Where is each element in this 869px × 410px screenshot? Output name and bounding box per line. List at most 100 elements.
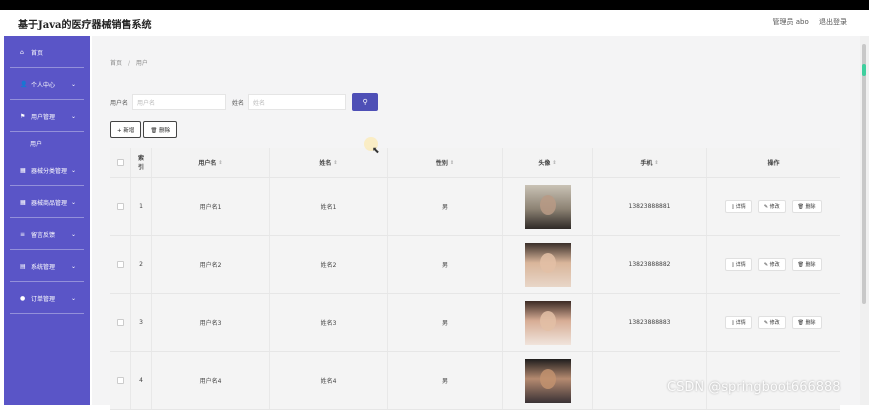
chevron-down-icon: ⌄ [70,80,76,88]
batch-delete-button[interactable]: 🗑 删除 [143,121,178,138]
row-username: 用户名3 [152,294,270,351]
main-content: 首页 / 用户 用户名 用户名 姓名 姓名 ⚲ + 新增 🗑 删除 索引 用户名… [92,36,860,410]
header-phone-label: 手机 [640,160,653,167]
header-sex[interactable]: 性别 ⇕ [388,148,503,177]
row-phone: 13823888883 [593,294,707,351]
row-phone: 13823888881 [593,178,707,235]
row-checkbox[interactable] [116,203,124,210]
username-label: 用户名 [110,99,129,107]
table-row: 2 用户名2 姓名2 男 13823888882 ▯ 详情 ✎ 修改 🗑 删除 [110,236,840,294]
row-ops: ▯ 详情 ✎ 修改 🗑 删除 [707,236,840,293]
sidebar-item-label: 个人中心 [31,81,56,89]
header-right: 管理员 abo 退出登录 [765,17,847,27]
breadcrumb-separator: / [127,60,130,67]
row-username: 用户名4 [152,352,270,409]
table-row: 1 用户名1 姓名1 男 13823888881 ▯ 详情 ✎ 修改 🗑 删除 [110,178,840,236]
search-button[interactable]: ⚲ [352,93,379,111]
header-username[interactable]: 用户名 ⇕ [152,148,270,177]
row-checkbox-cell [110,294,131,351]
detail-button[interactable]: ▯ 详情 [725,200,752,213]
breadcrumb-home[interactable]: 首页 [110,60,122,67]
edit-button[interactable]: ✎ 修改 [757,200,786,213]
row-checkbox-cell [110,178,131,235]
select-all-checkbox[interactable] [116,159,124,166]
name-label: 姓名 [232,99,245,107]
username-input[interactable]: 用户名 [132,94,227,110]
table-icon: ▤ [20,262,26,270]
avatar [524,358,571,403]
edit-button[interactable]: ✎ 修改 [757,258,786,271]
sidebar: ⌂ 首页 👤 个人中心 ⌄ ⚑ 用户管理 ⌄ 用户 ▦ 器械分类管理 ⌄ ▦ 器… [4,36,90,405]
mouse-cursor-icon: ⬉ [372,146,380,156]
row-index: 4 [131,352,152,409]
flag-icon: ⚑ [20,112,26,120]
list-icon: ≡ [20,230,26,238]
detail-button[interactable]: ▯ 详情 [725,316,752,329]
sidebar-subitem-user[interactable]: 用户 [4,132,90,154]
row-checkbox[interactable] [116,261,124,268]
sidebar-item-category-management[interactable]: ▦ 器械分类管理 ⌄ [4,154,90,186]
sidebar-item-label: 首页 [31,49,44,57]
header-index-char1: 索 [137,154,144,162]
row-checkbox[interactable] [116,377,124,384]
row-ops: ▯ 详情 ✎ 修改 🗑 删除 [707,294,840,351]
row-index: 2 [131,236,152,293]
row-checkbox-cell [110,236,131,293]
detail-button[interactable]: ▯ 详情 [725,258,752,271]
sort-icon: ⇕ [218,159,223,166]
table-row: 3 用户名3 姓名3 男 13823888883 ▯ 详情 ✎ 修改 🗑 删除 [110,294,840,352]
header-checkbox-cell [110,148,131,177]
chevron-down-icon: ⌄ [70,112,76,120]
header-avatar-label: 头像 [538,160,551,167]
top-black-strip [0,0,869,10]
logout-link[interactable]: 退出登录 [819,18,847,26]
row-name: 姓名2 [270,236,388,293]
table-header-row: 索引 用户名 ⇕ 姓名 ⇕ 性别 ⇕ 头像 ⇕ 手机 ⇕ 操作 [110,148,840,178]
sidebar-item-order-management[interactable]: ● 订单管理 ⌄ [4,282,90,314]
user-icon: 👤 [20,80,28,88]
header-phone[interactable]: 手机 ⇕ [593,148,707,177]
row-ops: ▯ 详情 ✎ 修改 🗑 删除 [707,178,840,235]
row-name: 姓名1 [270,178,388,235]
chevron-down-icon: ⌄ [70,230,76,238]
header-name-label: 姓名 [319,160,332,167]
sidebar-item-personal-center[interactable]: 👤 个人中心 ⌄ [4,68,90,100]
sidebar-item-product-management[interactable]: ▦ 器械商品管理 ⌄ [4,186,90,218]
row-checkbox[interactable] [116,319,124,326]
scrollbar-thumb[interactable] [862,44,866,304]
header-username-label: 用户名 [198,160,217,167]
admin-label: 管理员 abo [772,18,809,26]
row-index: 1 [131,178,152,235]
row-avatar-cell [503,236,593,293]
sidebar-item-label: 留言反馈 [31,231,56,239]
search-icon: ⚲ [362,98,368,106]
row-avatar-cell [503,352,593,409]
sidebar-item-user-management[interactable]: ⚑ 用户管理 ⌄ [4,100,90,132]
chevron-down-icon: ⌄ [70,198,76,206]
chevron-down-icon: ⌄ [70,262,76,270]
sidebar-item-home[interactable]: ⌂ 首页 [4,36,90,68]
grid-icon: ▦ [20,198,26,206]
breadcrumb: 首页 / 用户 [110,58,148,67]
row-avatar-cell [503,294,593,351]
name-input[interactable]: 姓名 [248,94,347,110]
delete-button[interactable]: 🗑 删除 [791,200,822,213]
sidebar-item-feedback[interactable]: ≡ 留言反馈 ⌄ [4,218,90,250]
sidebar-item-system-management[interactable]: ▤ 系统管理 ⌄ [4,250,90,282]
user-table: 索引 用户名 ⇕ 姓名 ⇕ 性别 ⇕ 头像 ⇕ 手机 ⇕ 操作 1 用户名1 姓名1 男 … [110,148,840,410]
header-name[interactable]: 姓名 ⇕ [270,148,388,177]
row-sex: 男 [388,294,503,351]
header-index: 索引 [131,148,152,177]
header-avatar[interactable]: 头像 ⇕ [503,148,593,177]
sort-icon: ⇕ [654,159,659,166]
delete-button[interactable]: 🗑 删除 [791,316,822,329]
vertical-scrollbar[interactable] [860,36,869,405]
edit-button[interactable]: ✎ 修改 [757,316,786,329]
header: 基于Java的医疗器械销售系统 管理员 abo 退出登录 [0,10,869,36]
delete-button[interactable]: 🗑 删除 [791,258,822,271]
search-bar: 用户名 用户名 姓名 姓名 ⚲ [110,93,379,111]
action-bar: + 新增 🗑 删除 [110,121,179,138]
sidebar-item-label: 器械分类管理 [31,167,68,175]
row-sex: 男 [388,178,503,235]
add-button[interactable]: + 新增 [110,121,142,138]
